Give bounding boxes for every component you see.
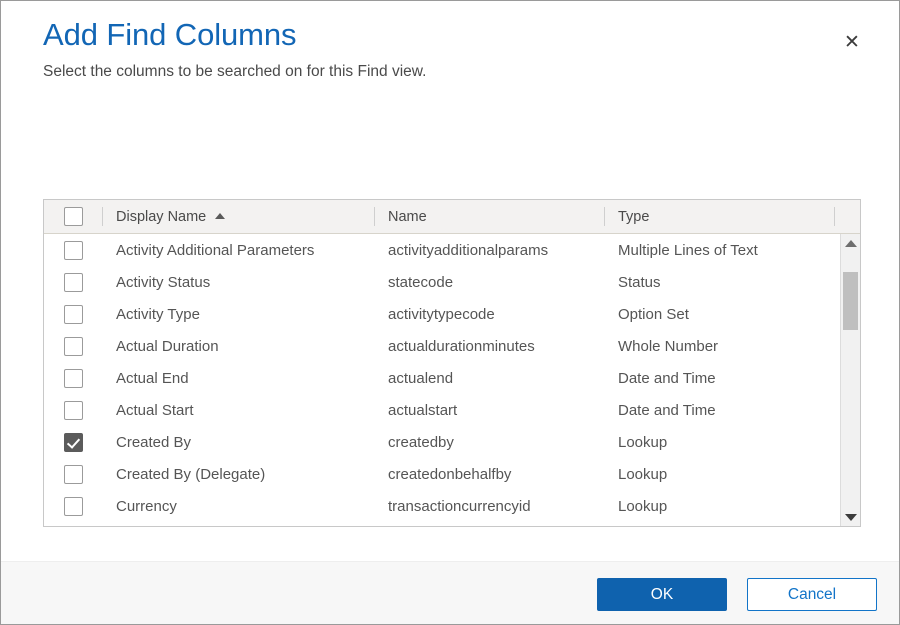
row-checkbox-cell[interactable] xyxy=(44,490,102,522)
cell-display-name: Created By (Delegate) xyxy=(102,458,374,490)
row-checkbox-cell[interactable] xyxy=(44,266,102,298)
cell-name: actualstart xyxy=(374,394,604,426)
dialog-footer: OK Cancel xyxy=(1,561,899,624)
dialog-subtitle: Select the columns to be searched on for… xyxy=(43,61,857,83)
cell-type: Date and Time xyxy=(604,394,834,426)
cell-type: Lookup xyxy=(604,426,834,458)
cell-type: Multiple Lines of Text xyxy=(604,234,834,266)
dialog-header: Add Find Columns Select the columns to b… xyxy=(1,1,899,101)
table-row[interactable]: CurrencytransactioncurrencyidLookup xyxy=(44,490,841,522)
table-row[interactable]: Activity StatusstatecodeStatus xyxy=(44,266,841,298)
row-checkbox[interactable] xyxy=(64,369,83,388)
row-checkbox[interactable] xyxy=(64,337,83,356)
row-checkbox-cell[interactable] xyxy=(44,298,102,330)
cell-type: Lookup xyxy=(604,490,834,522)
add-find-columns-dialog: Add Find Columns Select the columns to b… xyxy=(0,0,900,625)
column-header-display-name[interactable]: Display Name xyxy=(102,200,374,233)
row-checkbox-cell[interactable] xyxy=(44,394,102,426)
table-row[interactable]: Actual StartactualstartDate and Time xyxy=(44,394,841,426)
cell-display-name: Activity Status xyxy=(102,266,374,298)
triangle-down-icon xyxy=(845,514,857,521)
cell-name: createdby xyxy=(374,426,604,458)
table-row[interactable]: Created By (Delegate)createdonbehalfbyLo… xyxy=(44,458,841,490)
close-icon[interactable]: ✕ xyxy=(835,25,869,59)
row-checkbox-cell[interactable] xyxy=(44,426,102,458)
cell-name: transactioncurrencyid xyxy=(374,490,604,522)
column-header-type[interactable]: Type xyxy=(604,200,834,233)
cell-display-name: Actual Duration xyxy=(102,330,374,362)
row-checkbox[interactable] xyxy=(64,241,83,260)
cell-type: Status xyxy=(604,266,834,298)
column-header-display-name-label: Display Name xyxy=(116,209,206,225)
page-title: Add Find Columns xyxy=(43,15,857,55)
cell-display-name: Activity Additional Parameters xyxy=(102,234,374,266)
grid-rows: Activity Additional Parametersactivityad… xyxy=(44,234,841,522)
select-all-checkbox[interactable] xyxy=(64,207,83,226)
row-checkbox-cell[interactable] xyxy=(44,362,102,394)
cell-type: Lookup xyxy=(604,458,834,490)
column-header-type-label: Type xyxy=(618,209,649,225)
scrollbar-thumb[interactable] xyxy=(843,272,858,330)
row-checkbox-cell[interactable] xyxy=(44,330,102,362)
table-row[interactable]: Actual DurationactualdurationminutesWhol… xyxy=(44,330,841,362)
scroll-down-icon[interactable] xyxy=(841,508,860,526)
row-checkbox-cell[interactable] xyxy=(44,458,102,490)
scroll-up-icon[interactable] xyxy=(841,234,860,252)
cell-name: createdonbehalfby xyxy=(374,458,604,490)
columns-grid: Display Name Name Type Activity Addition… xyxy=(43,199,861,527)
table-row[interactable]: Created BycreatedbyLookup xyxy=(44,426,841,458)
row-checkbox[interactable] xyxy=(64,273,83,292)
cell-name: statecode xyxy=(374,266,604,298)
cell-type: Date and Time xyxy=(604,362,834,394)
row-checkbox[interactable] xyxy=(64,433,83,452)
grid-vertical-scrollbar[interactable] xyxy=(840,234,860,526)
grid-header-row: Display Name Name Type xyxy=(44,200,860,234)
table-row[interactable]: Actual EndactualendDate and Time xyxy=(44,362,841,394)
row-checkbox[interactable] xyxy=(64,497,83,516)
column-header-spacer xyxy=(834,200,860,233)
table-row[interactable]: Activity Additional Parametersactivityad… xyxy=(44,234,841,266)
cell-name: activitytypecode xyxy=(374,298,604,330)
cell-name: actualdurationminutes xyxy=(374,330,604,362)
cell-name: activityadditionalparams xyxy=(374,234,604,266)
cell-display-name: Actual End xyxy=(102,362,374,394)
cell-name: actualend xyxy=(374,362,604,394)
column-header-name-label: Name xyxy=(388,209,427,225)
cell-type: Whole Number xyxy=(604,330,834,362)
row-checkbox[interactable] xyxy=(64,305,83,324)
column-header-name[interactable]: Name xyxy=(374,200,604,233)
cell-type: Option Set xyxy=(604,298,834,330)
sort-ascending-icon xyxy=(215,213,225,219)
cell-display-name: Created By xyxy=(102,426,374,458)
triangle-up-icon xyxy=(845,240,857,247)
cell-display-name: Activity Type xyxy=(102,298,374,330)
row-checkbox-cell[interactable] xyxy=(44,234,102,266)
ok-button[interactable]: OK xyxy=(597,578,727,611)
cancel-button[interactable]: Cancel xyxy=(747,578,877,611)
row-checkbox[interactable] xyxy=(64,401,83,420)
row-checkbox[interactable] xyxy=(64,465,83,484)
cell-display-name: Currency xyxy=(102,490,374,522)
grid-body: Activity Additional Parametersactivityad… xyxy=(44,234,860,526)
select-all-header[interactable] xyxy=(44,200,102,233)
table-row[interactable]: Activity TypeactivitytypecodeOption Set xyxy=(44,298,841,330)
cell-display-name: Actual Start xyxy=(102,394,374,426)
